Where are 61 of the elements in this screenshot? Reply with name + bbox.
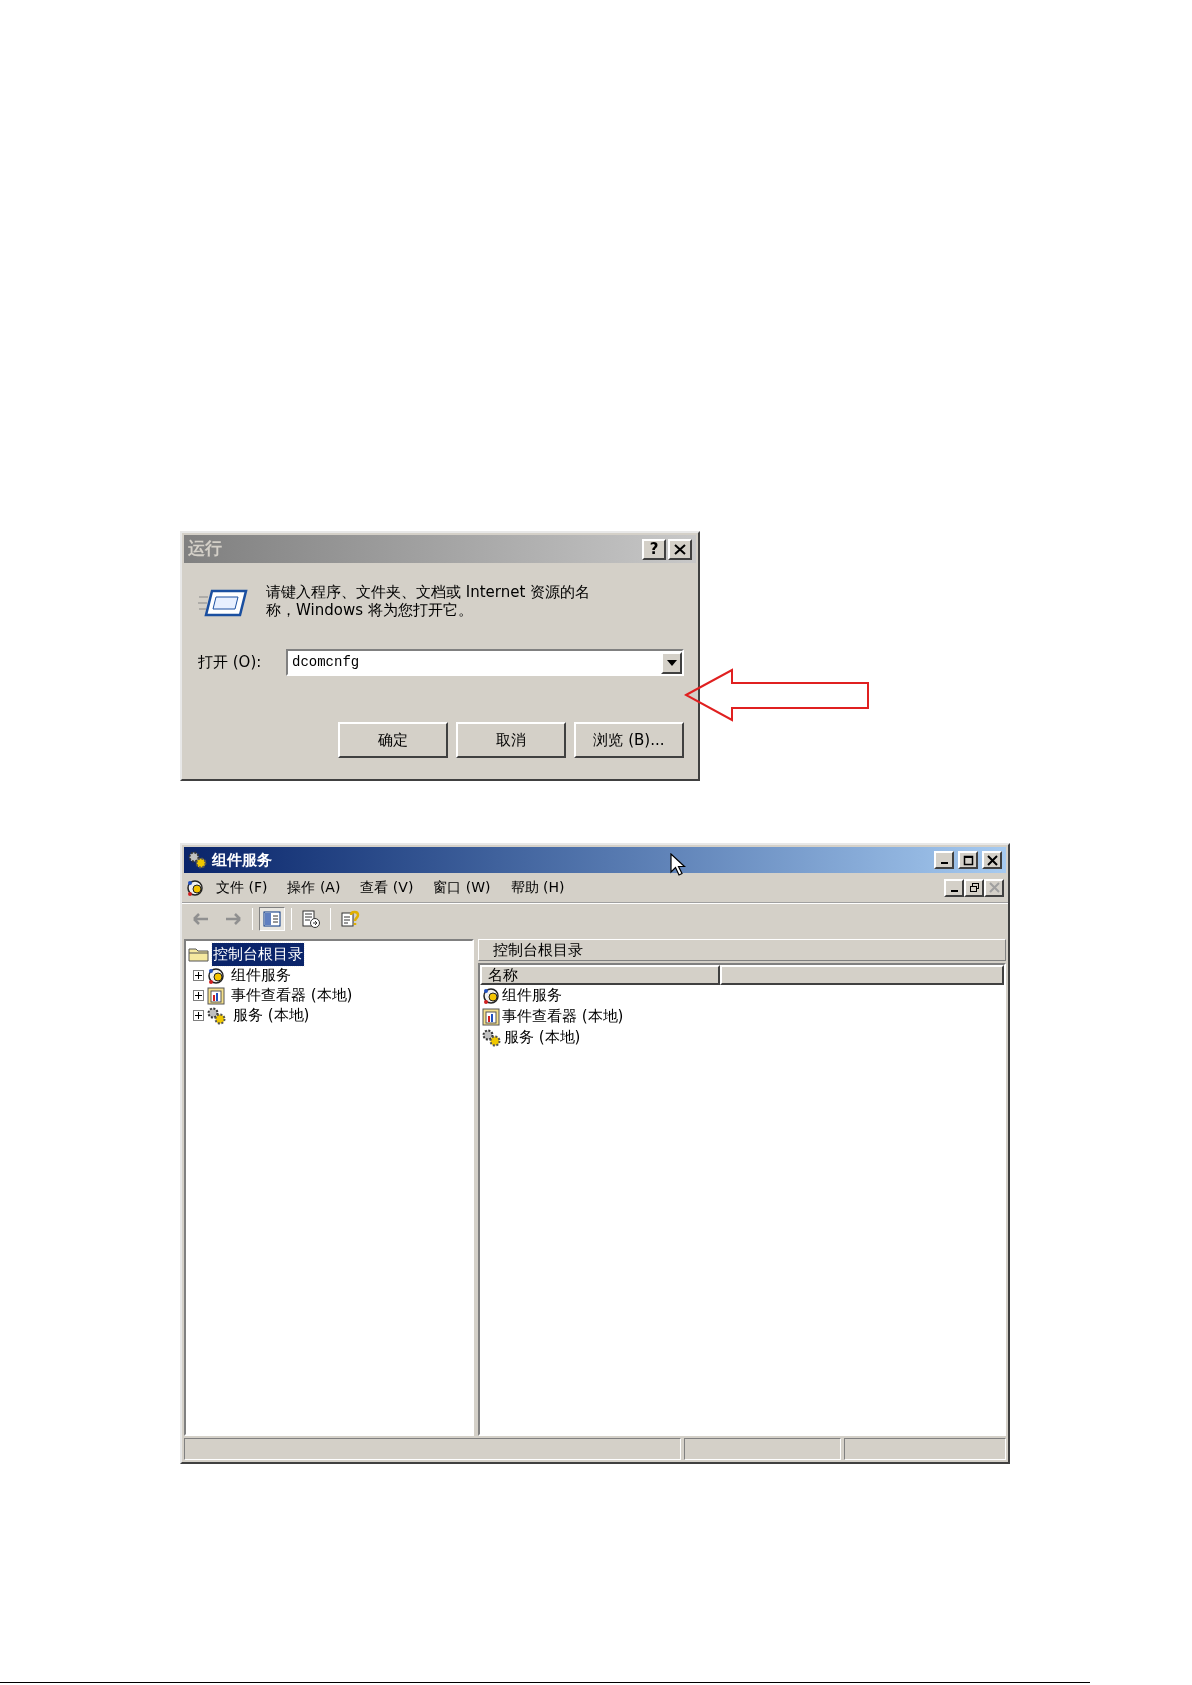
tree-item[interactable]: 服务 (本地)	[233, 1004, 310, 1027]
action-menu[interactable]: 操作 (A)	[279, 877, 349, 898]
file-menu[interactable]: 文件 (F)	[208, 877, 276, 898]
expand-toggle[interactable]	[193, 1010, 204, 1021]
maximize-button[interactable]	[958, 851, 978, 869]
plus-icon	[195, 1012, 202, 1019]
plus-icon	[195, 992, 202, 999]
window-title: 运行	[188, 537, 223, 561]
event-log-icon	[482, 1007, 500, 1026]
export-list-icon	[301, 909, 321, 928]
component-icon	[482, 986, 500, 1005]
help-menu[interactable]: 帮助 (H)	[502, 877, 573, 898]
list-item[interactable]: 组件服务	[502, 984, 562, 1007]
minimize-button[interactable]	[934, 851, 954, 869]
restore-button[interactable]	[964, 878, 984, 897]
browse-button[interactable]: 浏览 (B)...	[574, 722, 684, 758]
gears-icon	[207, 1006, 227, 1025]
close-button[interactable]	[668, 538, 692, 560]
arrow-icon	[684, 668, 870, 722]
pane-header: 控制台根目录	[478, 939, 1006, 961]
column-header[interactable]: 名称	[480, 965, 720, 985]
minimize-icon	[940, 862, 948, 864]
expand-toggle[interactable]	[193, 970, 204, 981]
pane-layout-icon	[262, 909, 282, 928]
list-item[interactable]: 服务 (本地)	[504, 1026, 581, 1049]
view-menu[interactable]: 查看 (V)	[352, 877, 422, 898]
close-button[interactable]	[984, 878, 1004, 897]
close-icon	[988, 882, 1000, 893]
maximize-icon	[962, 854, 974, 866]
event-log-icon	[207, 986, 225, 1005]
prompt-text: 请键入程序、文件夹、文档或 Internet 资源的名称，Windows 将为您打开它。	[266, 583, 592, 619]
tree-item[interactable]: 组件服务	[231, 964, 291, 987]
window-title: 组件服务	[212, 849, 272, 871]
open-label: 打开 (O):	[198, 652, 263, 674]
component-icon	[186, 878, 204, 897]
minimize-icon	[950, 889, 958, 892]
show-tree-button[interactable]	[259, 906, 285, 931]
mouse-cursor-icon	[670, 853, 686, 877]
restore-icon	[968, 882, 980, 893]
dropdown-button[interactable]	[661, 651, 682, 674]
tree-item[interactable]: 控制台根目录	[212, 943, 304, 966]
component-icon	[207, 966, 225, 985]
help-icon	[340, 909, 360, 928]
minimize-button[interactable]	[944, 878, 964, 897]
tree-item[interactable]: 事件查看器 (本地)	[231, 984, 353, 1007]
cancel-button[interactable]: 取消	[456, 722, 566, 758]
window-menu[interactable]: 窗口 (W)	[425, 877, 499, 898]
help-button[interactable]: ?	[642, 538, 666, 560]
close-button[interactable]	[982, 851, 1002, 869]
folder-icon	[188, 946, 210, 963]
close-icon	[986, 854, 998, 866]
dropdown-arrow-icon	[666, 659, 677, 666]
expand-toggle[interactable]	[193, 990, 204, 1001]
command-combobox[interactable]: dcomcnfg	[286, 649, 684, 676]
ok-button[interactable]: 确定	[338, 722, 448, 758]
list-item[interactable]: 事件查看器 (本地)	[502, 1005, 624, 1028]
plus-icon	[195, 972, 202, 979]
close-icon	[674, 543, 686, 555]
gears-icon	[188, 851, 208, 869]
run-icon	[198, 587, 248, 619]
gears-icon	[482, 1028, 502, 1047]
